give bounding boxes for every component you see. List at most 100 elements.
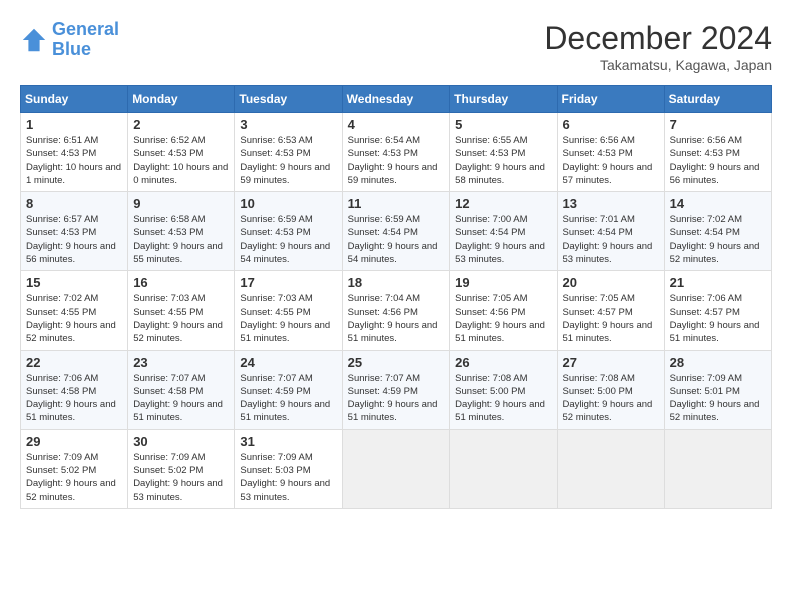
day-number: 8 [26, 196, 122, 211]
cell-content: Sunrise: 7:05 AM Sunset: 4:57 PM Dayligh… [563, 292, 659, 345]
table-row: 15 Sunrise: 7:02 AM Sunset: 4:55 PM Dayl… [21, 271, 128, 350]
table-row: 6 Sunrise: 6:56 AM Sunset: 4:53 PM Dayli… [557, 113, 664, 192]
cell-content: Sunrise: 7:06 AM Sunset: 4:58 PM Dayligh… [26, 372, 122, 425]
cell-content: Sunrise: 6:56 AM Sunset: 4:53 PM Dayligh… [670, 134, 766, 187]
page-header: General Blue December 2024 Takamatsu, Ka… [20, 20, 772, 73]
cell-content: Sunrise: 7:02 AM Sunset: 4:54 PM Dayligh… [670, 213, 766, 266]
day-number: 19 [455, 275, 551, 290]
calendar-week-row: 22 Sunrise: 7:06 AM Sunset: 4:58 PM Dayl… [21, 350, 772, 429]
day-number: 17 [240, 275, 336, 290]
day-number: 5 [455, 117, 551, 132]
table-row: 19 Sunrise: 7:05 AM Sunset: 4:56 PM Dayl… [450, 271, 557, 350]
cell-content: Sunrise: 7:08 AM Sunset: 5:00 PM Dayligh… [563, 372, 659, 425]
cell-content: Sunrise: 7:08 AM Sunset: 5:00 PM Dayligh… [455, 372, 551, 425]
day-number: 14 [670, 196, 766, 211]
day-number: 6 [563, 117, 659, 132]
table-row: 25 Sunrise: 7:07 AM Sunset: 4:59 PM Dayl… [342, 350, 450, 429]
day-number: 3 [240, 117, 336, 132]
table-row: 16 Sunrise: 7:03 AM Sunset: 4:55 PM Dayl… [128, 271, 235, 350]
col-tuesday: Tuesday [235, 86, 342, 113]
cell-content: Sunrise: 7:04 AM Sunset: 4:56 PM Dayligh… [348, 292, 445, 345]
day-number: 23 [133, 355, 229, 370]
day-number: 28 [670, 355, 766, 370]
day-number: 20 [563, 275, 659, 290]
table-row: 5 Sunrise: 6:55 AM Sunset: 4:53 PM Dayli… [450, 113, 557, 192]
day-number: 4 [348, 117, 445, 132]
cell-content: Sunrise: 7:07 AM Sunset: 4:59 PM Dayligh… [240, 372, 336, 425]
table-row: 21 Sunrise: 7:06 AM Sunset: 4:57 PM Dayl… [664, 271, 771, 350]
table-row: 3 Sunrise: 6:53 AM Sunset: 4:53 PM Dayli… [235, 113, 342, 192]
table-row: 29 Sunrise: 7:09 AM Sunset: 5:02 PM Dayl… [21, 429, 128, 508]
col-saturday: Saturday [664, 86, 771, 113]
cell-content: Sunrise: 7:06 AM Sunset: 4:57 PM Dayligh… [670, 292, 766, 345]
day-number: 21 [670, 275, 766, 290]
day-number: 27 [563, 355, 659, 370]
cell-content: Sunrise: 6:51 AM Sunset: 4:53 PM Dayligh… [26, 134, 122, 187]
day-number: 29 [26, 434, 122, 449]
table-row: 2 Sunrise: 6:52 AM Sunset: 4:53 PM Dayli… [128, 113, 235, 192]
calendar-week-row: 1 Sunrise: 6:51 AM Sunset: 4:53 PM Dayli… [21, 113, 772, 192]
cell-content: Sunrise: 7:01 AM Sunset: 4:54 PM Dayligh… [563, 213, 659, 266]
table-row: 26 Sunrise: 7:08 AM Sunset: 5:00 PM Dayl… [450, 350, 557, 429]
day-number: 13 [563, 196, 659, 211]
location: Takamatsu, Kagawa, Japan [544, 57, 772, 73]
day-number: 24 [240, 355, 336, 370]
cell-content: Sunrise: 7:07 AM Sunset: 4:58 PM Dayligh… [133, 372, 229, 425]
table-row: 12 Sunrise: 7:00 AM Sunset: 4:54 PM Dayl… [450, 192, 557, 271]
cell-content: Sunrise: 7:09 AM Sunset: 5:02 PM Dayligh… [26, 451, 122, 504]
day-number: 22 [26, 355, 122, 370]
table-row: 14 Sunrise: 7:02 AM Sunset: 4:54 PM Dayl… [664, 192, 771, 271]
table-row: 30 Sunrise: 7:09 AM Sunset: 5:02 PM Dayl… [128, 429, 235, 508]
logo-icon [20, 26, 48, 54]
month-year: December 2024 [544, 20, 772, 57]
cell-content: Sunrise: 7:09 AM Sunset: 5:01 PM Dayligh… [670, 372, 766, 425]
table-row: 24 Sunrise: 7:07 AM Sunset: 4:59 PM Dayl… [235, 350, 342, 429]
logo: General Blue [20, 20, 119, 60]
table-row: 13 Sunrise: 7:01 AM Sunset: 4:54 PM Dayl… [557, 192, 664, 271]
calendar-table: Sunday Monday Tuesday Wednesday Thursday… [20, 85, 772, 509]
cell-content: Sunrise: 7:00 AM Sunset: 4:54 PM Dayligh… [455, 213, 551, 266]
table-row: 8 Sunrise: 6:57 AM Sunset: 4:53 PM Dayli… [21, 192, 128, 271]
cell-content: Sunrise: 6:56 AM Sunset: 4:53 PM Dayligh… [563, 134, 659, 187]
table-row: 7 Sunrise: 6:56 AM Sunset: 4:53 PM Dayli… [664, 113, 771, 192]
table-row: 18 Sunrise: 7:04 AM Sunset: 4:56 PM Dayl… [342, 271, 450, 350]
cell-content: Sunrise: 6:59 AM Sunset: 4:54 PM Dayligh… [348, 213, 445, 266]
table-row: 20 Sunrise: 7:05 AM Sunset: 4:57 PM Dayl… [557, 271, 664, 350]
table-row: 22 Sunrise: 7:06 AM Sunset: 4:58 PM Dayl… [21, 350, 128, 429]
table-row: 9 Sunrise: 6:58 AM Sunset: 4:53 PM Dayli… [128, 192, 235, 271]
table-row: 1 Sunrise: 6:51 AM Sunset: 4:53 PM Dayli… [21, 113, 128, 192]
title-block: December 2024 Takamatsu, Kagawa, Japan [544, 20, 772, 73]
cell-content: Sunrise: 7:07 AM Sunset: 4:59 PM Dayligh… [348, 372, 445, 425]
day-number: 26 [455, 355, 551, 370]
cell-content: Sunrise: 6:54 AM Sunset: 4:53 PM Dayligh… [348, 134, 445, 187]
table-row: 4 Sunrise: 6:54 AM Sunset: 4:53 PM Dayli… [342, 113, 450, 192]
table-row: 17 Sunrise: 7:03 AM Sunset: 4:55 PM Dayl… [235, 271, 342, 350]
cell-content: Sunrise: 6:55 AM Sunset: 4:53 PM Dayligh… [455, 134, 551, 187]
calendar-header-row: Sunday Monday Tuesday Wednesday Thursday… [21, 86, 772, 113]
table-row [664, 429, 771, 508]
table-row: 23 Sunrise: 7:07 AM Sunset: 4:58 PM Dayl… [128, 350, 235, 429]
table-row [557, 429, 664, 508]
day-number: 2 [133, 117, 229, 132]
day-number: 25 [348, 355, 445, 370]
col-friday: Friday [557, 86, 664, 113]
day-number: 1 [26, 117, 122, 132]
day-number: 9 [133, 196, 229, 211]
cell-content: Sunrise: 7:02 AM Sunset: 4:55 PM Dayligh… [26, 292, 122, 345]
cell-content: Sunrise: 6:58 AM Sunset: 4:53 PM Dayligh… [133, 213, 229, 266]
day-number: 11 [348, 196, 445, 211]
day-number: 31 [240, 434, 336, 449]
table-row: 10 Sunrise: 6:59 AM Sunset: 4:53 PM Dayl… [235, 192, 342, 271]
calendar-week-row: 8 Sunrise: 6:57 AM Sunset: 4:53 PM Dayli… [21, 192, 772, 271]
col-sunday: Sunday [21, 86, 128, 113]
day-number: 15 [26, 275, 122, 290]
calendar-week-row: 15 Sunrise: 7:02 AM Sunset: 4:55 PM Dayl… [21, 271, 772, 350]
col-monday: Monday [128, 86, 235, 113]
day-number: 18 [348, 275, 445, 290]
table-row: 27 Sunrise: 7:08 AM Sunset: 5:00 PM Dayl… [557, 350, 664, 429]
table-row: 28 Sunrise: 7:09 AM Sunset: 5:01 PM Dayl… [664, 350, 771, 429]
cell-content: Sunrise: 7:09 AM Sunset: 5:03 PM Dayligh… [240, 451, 336, 504]
day-number: 10 [240, 196, 336, 211]
table-row [342, 429, 450, 508]
day-number: 7 [670, 117, 766, 132]
